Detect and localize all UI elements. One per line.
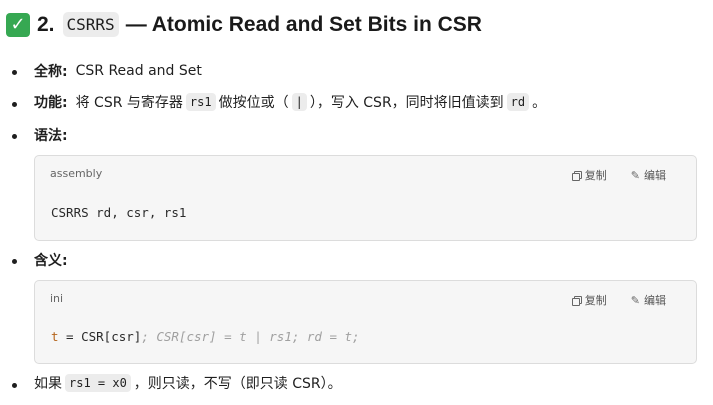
- section-heading: ✓ 2. CSRRS — Atomic Read and Set Bits in…: [6, 12, 482, 37]
- note-text-2: ，则只读，不写（即只读 CSR）。: [133, 376, 342, 392]
- inline-code-rd: rd: [506, 93, 530, 111]
- copy-button[interactable]: 复制: [571, 292, 607, 308]
- pencil-icon: ✎: [630, 168, 640, 182]
- syntax-code-block: assembly 复制 ✎ 编辑 CSRRS rd, csr, rs1: [34, 155, 697, 241]
- heading-number: 2.: [37, 12, 55, 36]
- inline-code-rs1: rs1: [185, 93, 216, 111]
- inline-code-condition: rs1 = x0: [65, 374, 131, 392]
- function-text-1: 将 CSR 与寄存器: [75, 95, 183, 111]
- code-language-label: ini: [50, 292, 64, 305]
- function-label: 功能:: [34, 95, 68, 111]
- note-text-1: 如果: [34, 376, 62, 392]
- code-content: t = CSR[csr]; CSR[csr] = t | rs1; rd = t…: [51, 329, 360, 344]
- copy-icon: [571, 295, 582, 306]
- bullet-dot: [12, 70, 17, 75]
- function-text-2: 做按位或（: [218, 95, 289, 111]
- heading-title: — Atomic Read and Set Bits in CSR: [125, 12, 482, 36]
- code-content: CSRRS rd, csr, rs1: [51, 205, 187, 220]
- code-language-label: assembly: [50, 167, 103, 180]
- edit-label: 编辑: [644, 169, 666, 182]
- code-statement: = CSR[csr]: [58, 329, 142, 344]
- fullname-value: CSR Read and Set: [75, 63, 202, 79]
- pencil-icon: ✎: [630, 293, 640, 307]
- bullet-dot: [12, 383, 17, 388]
- check-mark-icon: ✓: [6, 12, 30, 37]
- copy-button[interactable]: 复制: [571, 167, 607, 183]
- copy-label: 复制: [584, 169, 607, 182]
- bullet-dot: [12, 134, 17, 139]
- function-line: 功能: 将 CSR 与寄存器 rs1 做按位或（ | ），写入 CSR，同时将旧…: [34, 92, 546, 112]
- function-text-3: ），写入 CSR，同时将旧值读到: [309, 95, 504, 111]
- syntax-label: 语法:: [34, 128, 68, 144]
- edit-button[interactable]: ✎ 编辑: [631, 292, 666, 308]
- copy-icon: [571, 170, 582, 181]
- copy-label: 复制: [584, 294, 607, 307]
- fullname-line: 全称: CSR Read and Set: [34, 61, 202, 81]
- inline-code-or: |: [291, 93, 307, 111]
- meaning-line: 含义:: [34, 250, 68, 270]
- edit-label: 编辑: [644, 294, 666, 307]
- code-actions: 复制 ✎ 编辑: [571, 167, 666, 183]
- bullet-dot: [12, 102, 17, 107]
- code-comment: ; CSR[csr] = t | rs1; rd = t;: [141, 329, 360, 344]
- code-variable: t: [51, 329, 59, 344]
- bullet-dot: [12, 259, 17, 264]
- note-line: 如果 rs1 = x0 ，则只读，不写（即只读 CSR）。: [34, 373, 342, 393]
- fullname-label: 全称:: [34, 64, 68, 80]
- code-actions: 复制 ✎ 编辑: [571, 292, 666, 308]
- edit-button[interactable]: ✎ 编辑: [631, 167, 666, 183]
- heading-code: CSRRS: [62, 12, 119, 37]
- meaning-code-block: ini 复制 ✎ 编辑 t = CSR[csr]; CSR[csr] = t |…: [34, 280, 697, 364]
- syntax-line: 语法:: [34, 125, 68, 145]
- meaning-label: 含义:: [34, 253, 68, 269]
- function-text-4: 。: [532, 95, 547, 111]
- page: ✓ 2. CSRRS — Atomic Read and Set Bits in…: [0, 0, 713, 405]
